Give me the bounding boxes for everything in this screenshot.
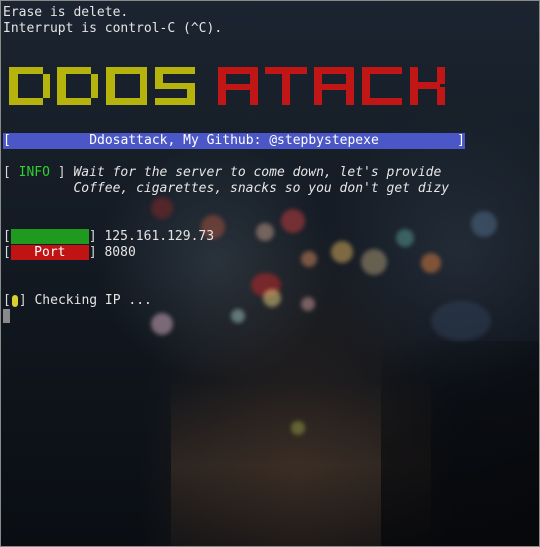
info-line-1: [ INFO ] Wait for the server to come dow… xyxy=(3,165,441,181)
status-bracket-close: ] xyxy=(18,293,27,308)
shell-message-interrupt: Interrupt is control-C (^C). xyxy=(3,21,223,36)
status-text: Checking IP ... xyxy=(34,293,152,308)
status-indicator-icon xyxy=(11,294,18,307)
info-message-line-1: Wait for the server to come down, let's … xyxy=(73,165,442,180)
background-railing xyxy=(381,341,539,546)
background-road xyxy=(171,381,431,546)
title-bar: [ Ddosattack, My Github: @stepbystepexe … xyxy=(3,133,465,149)
terminal-window[interactable]: Erase is delete. Interrupt is control-C … xyxy=(0,0,540,547)
shell-message-erase: Erase is delete. xyxy=(3,5,129,20)
info-bracket-close: ] xyxy=(57,165,66,180)
status-bracket-open: [ xyxy=(3,293,11,308)
port-bracket-close: ] xyxy=(88,245,97,260)
ddos-atack-logo xyxy=(9,63,459,113)
status-row: [] Checking IP ... xyxy=(3,293,152,309)
ip-label-badge: IP xyxy=(10,229,89,244)
terminal-cursor[interactable] xyxy=(3,309,10,323)
port-label-badge: Port xyxy=(10,245,89,260)
logo-word-ddos xyxy=(9,67,195,105)
ascii-banner-art xyxy=(9,67,445,105)
port-bracket-open: [ xyxy=(3,245,11,260)
title-bracket-right: ] xyxy=(457,133,465,148)
info-line-2: Coffee, cigarettes, snacks so you don't … xyxy=(3,181,449,197)
info-bracket-open: [ xyxy=(3,165,11,180)
port-value: 8080 xyxy=(104,245,136,260)
ip-value: 125.161.129.73 xyxy=(104,229,215,244)
logo-word-atack xyxy=(218,67,445,105)
ip-row: [IP] 125.161.129.73 xyxy=(3,229,214,245)
title-text: Ddosattack, My Github: @stepbystepexe xyxy=(89,133,379,148)
ip-bracket-close: ] xyxy=(88,229,97,244)
port-row: [Port] 8080 xyxy=(3,245,136,261)
ip-bracket-open: [ xyxy=(3,229,11,244)
info-message-line-2: Coffee, cigarettes, snacks so you don't … xyxy=(73,181,450,196)
info-tag: INFO xyxy=(18,165,50,180)
